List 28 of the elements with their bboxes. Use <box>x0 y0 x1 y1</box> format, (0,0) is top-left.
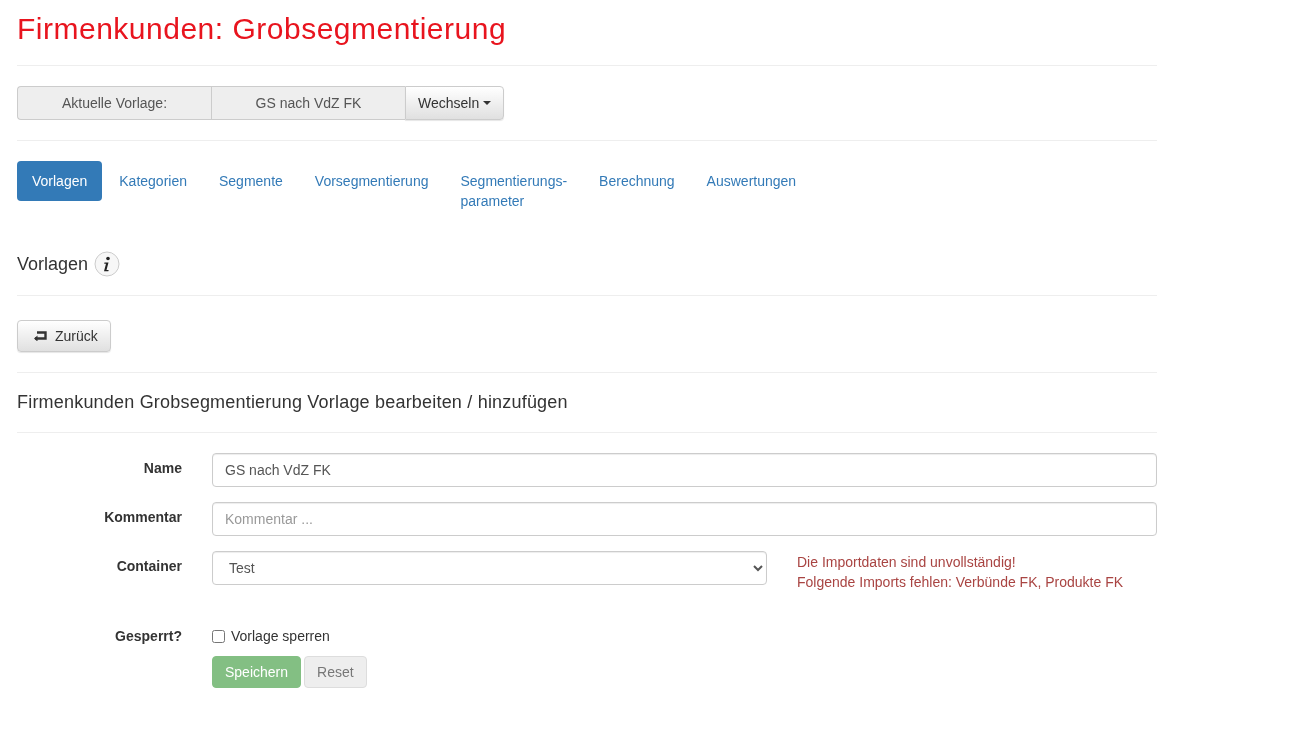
template-value: GS nach VdZ FK <box>211 86 405 120</box>
field-label: Container <box>115 557 182 576</box>
nav-tab[interactable]: Vorlagen <box>17 161 103 201</box>
info-icon[interactable] <box>94 251 121 277</box>
caret-icon <box>483 101 492 105</box>
error-message: Die Importdaten sind unvollständig! <box>797 553 1017 572</box>
comment-field[interactable]: Kommentar ... <box>212 502 1157 536</box>
lock-checkbox[interactable] <box>212 629 225 643</box>
nav-tab[interactable]: Berechnung <box>584 161 690 201</box>
nav-tab[interactable]: Segmente <box>204 161 298 201</box>
nav-tab[interactable]: Kategorien <box>104 161 202 201</box>
error-message: Folgende Imports fehlen: Verbünde FK, Produkte FK <box>797 573 1124 592</box>
page-title: Firmenkunden: Grobsegmentierung <box>17 12 508 46</box>
nav-tab[interactable]: Auswertungen <box>691 161 812 201</box>
name-field[interactable]: GS nach VdZ FK <box>212 453 1157 487</box>
form-title: Firmenkunden Grobsegmentierung Vorlage bearbeiten / hinzufügen <box>17 392 569 413</box>
field-label: Kommentar <box>103 508 182 527</box>
field-label: Name <box>142 459 182 478</box>
template-label: Aktuelle Vorlage: <box>17 86 211 120</box>
section-title: Vorlagen <box>17 253 89 275</box>
container-select[interactable]: Test <box>212 551 767 585</box>
field-label: Gesperrt? <box>114 628 182 644</box>
back-button[interactable]: Zurück <box>17 320 111 352</box>
return-arrow-icon <box>34 331 47 341</box>
switch-dropdown-button[interactable]: Wechseln <box>405 86 505 120</box>
nav-tab[interactable]: Segmentierungs- parameter <box>445 161 583 221</box>
nav-tab[interactable]: Vorsegmentierung <box>299 161 444 201</box>
checkbox-label[interactable]: Vorlage sperren <box>231 628 330 644</box>
